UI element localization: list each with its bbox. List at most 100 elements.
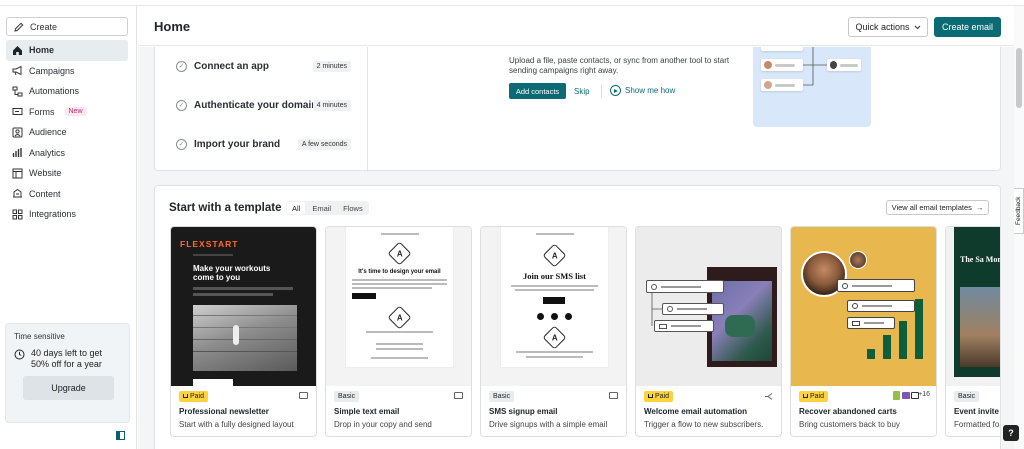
check-circle-icon: ✓	[176, 99, 187, 111]
sidebar-item-integrations[interactable]: Integrations	[6, 204, 128, 225]
customer-avatar	[849, 251, 867, 269]
contact-chip	[761, 59, 803, 71]
basic-badge: Basic	[954, 391, 980, 402]
thumb-heading: Join our SMS list	[523, 271, 586, 281]
page-title: Home	[154, 19, 191, 34]
feedback-tab[interactable]: Feedback	[1014, 188, 1024, 234]
sidebar: Create Home Campaigns Automations Forms …	[0, 6, 137, 449]
sidebar-item-website[interactable]: Website	[6, 163, 128, 184]
paid-badge: Paid	[179, 391, 209, 402]
sidebar-item-automations[interactable]: Automations	[6, 81, 128, 102]
quick-actions-button[interactable]: Quick actions	[848, 17, 928, 37]
flow-step	[847, 300, 915, 312]
flow-step	[646, 280, 724, 293]
paid-badge: Paid	[644, 391, 674, 402]
basic-badge: Basic	[489, 391, 515, 402]
setup-step-connect-app[interactable]: ✓ Connect an app 2 minutes	[176, 58, 351, 74]
sidebar-item-analytics[interactable]: Analytics	[6, 143, 128, 164]
arrow-right-icon: →	[975, 203, 984, 212]
template-card[interactable]: FLEXSTART Make your workouts come to you…	[170, 226, 317, 437]
website-icon	[12, 168, 23, 179]
sidebar-item-label: Campaigns	[29, 65, 75, 76]
template-description: Start with a fully designed layout	[179, 420, 294, 429]
shopify-icon	[893, 391, 900, 400]
template-name: Professional newsletter	[179, 407, 269, 416]
contact-chip	[761, 47, 803, 51]
template-card[interactable]: The Sa Mornin Basic Event invite Formatt…	[945, 226, 1001, 437]
create-button[interactable]: Create	[6, 17, 128, 36]
sidebar-item-label: Content	[29, 188, 61, 199]
automation-icon	[765, 393, 773, 400]
add-contacts-button[interactable]: Add contacts	[509, 83, 566, 99]
connector-lines	[803, 47, 827, 86]
sidebar-item-label: Integrations	[29, 209, 77, 220]
quick-actions-label: Quick actions	[855, 22, 910, 32]
template-thumbnail: FLEXSTART Make your workouts come to you	[171, 227, 316, 386]
time-sensitive-title: Time sensitive	[14, 332, 65, 341]
setup-step-authenticate-domain[interactable]: ✓ Authenticate your domain 4 minutes	[176, 97, 351, 113]
thumb-heading: It's time to design your email	[358, 269, 441, 275]
setup-step-time: A few seconds	[297, 138, 351, 150]
audience-icon	[12, 127, 23, 138]
templates-section: Start with a template All Email Flows Vi…	[154, 185, 1001, 449]
view-all-templates-button[interactable]: View all email templates →	[886, 200, 989, 215]
thumb-brand: FLEXSTART	[180, 239, 239, 249]
workout-photo	[193, 305, 297, 371]
help-button[interactable]: ?	[1003, 425, 1019, 441]
lock-icon	[648, 394, 653, 398]
sidebar-item-label: Forms	[29, 106, 55, 117]
flow-step	[837, 279, 915, 292]
setup-step-label: Authenticate your domain	[194, 99, 318, 111]
check-circle-icon: ✓	[176, 60, 187, 72]
content-icon	[12, 188, 23, 199]
sidebar-item-forms[interactable]: Forms New	[6, 102, 128, 123]
play-icon	[610, 85, 621, 96]
create-email-button[interactable]: Create email	[934, 17, 1001, 37]
template-card[interactable]: A It's time to design your email A Basic…	[325, 226, 472, 437]
sidebar-item-content[interactable]: Content	[6, 184, 128, 205]
template-card[interactable]: Paid Welcome email automation Trigger a …	[635, 226, 782, 437]
show-me-how-link[interactable]: Show me how	[610, 85, 675, 96]
megaphone-icon	[12, 65, 23, 76]
filter-email[interactable]: Email	[307, 202, 336, 214]
email-type-icon	[454, 392, 463, 399]
paid-badge: Paid	[799, 391, 829, 402]
scrollbar-thumb[interactable]	[1016, 48, 1022, 108]
template-card[interactable]: Paid +16 Recover abandoned carts Bring c…	[790, 226, 937, 437]
home-icon	[12, 45, 23, 56]
filter-all[interactable]: All	[287, 202, 306, 214]
setup-description: Upload a file, paste contacts, or sync f…	[509, 56, 730, 75]
pencil-icon	[14, 22, 24, 32]
flow-step	[662, 303, 724, 315]
event-poster: The Sa Mornin	[954, 227, 1001, 377]
templates-title: Start with a template	[169, 202, 282, 214]
template-thumbnail: A Join our SMS list A	[481, 227, 626, 386]
setup-step-import-brand[interactable]: ✓ Import your brand A few seconds	[176, 136, 351, 152]
sidebar-item-label: Audience	[29, 127, 67, 138]
upgrade-button[interactable]: Upgrade	[23, 376, 114, 400]
collapse-sidebar-icon[interactable]	[116, 431, 125, 440]
template-name: SMS signup email	[489, 407, 558, 416]
thumb-heading: The Sa Mornin	[960, 255, 1001, 264]
lock-icon	[183, 394, 188, 398]
setup-step-time: 4 minutes	[312, 99, 351, 111]
check-circle-icon: ✓	[176, 138, 187, 150]
template-thumbnail	[636, 227, 781, 386]
template-thumbnail	[791, 227, 936, 386]
template-card[interactable]: A Join our SMS list A Basic SMS signup e…	[480, 226, 627, 437]
filter-flows[interactable]: Flows	[338, 202, 368, 214]
contact-chip	[761, 79, 803, 91]
sidebar-item-label: Home	[29, 45, 55, 56]
sidebar-item-audience[interactable]: Audience	[6, 122, 128, 143]
thumb-headline: Make your workouts come to you	[193, 264, 271, 282]
skip-link[interactable]: Skip	[574, 87, 590, 96]
time-sensitive-message: 40 days left to get 50% off for a year	[31, 348, 103, 369]
template-name: Welcome email automation	[644, 407, 747, 416]
sidebar-item-home[interactable]: Home	[6, 40, 128, 61]
setup-step-time: 2 minutes	[312, 60, 351, 72]
basic-badge: Basic	[334, 391, 360, 402]
template-name: Simple text email	[334, 407, 400, 416]
sidebar-item-campaigns[interactable]: Campaigns	[6, 61, 128, 82]
new-badge: New	[64, 107, 87, 117]
clock-icon	[14, 349, 25, 360]
